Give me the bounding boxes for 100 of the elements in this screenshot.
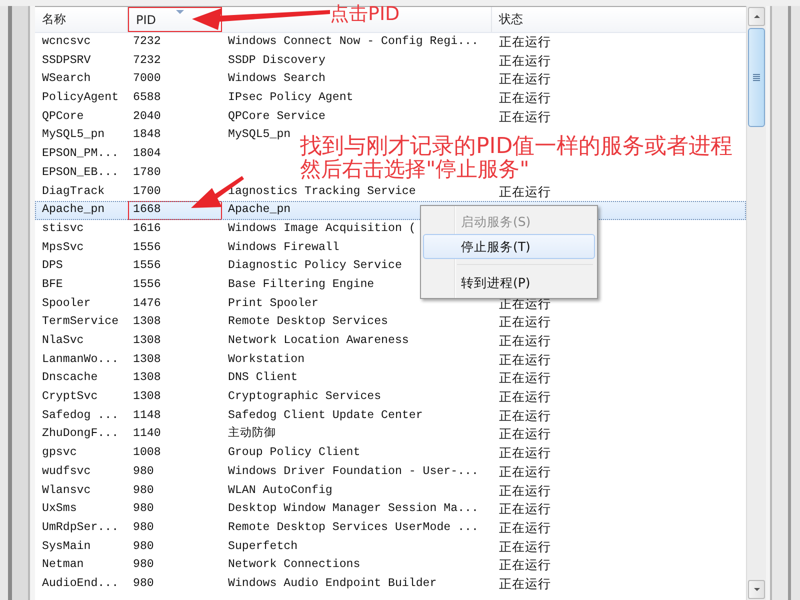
table-cell: 980: [133, 484, 154, 496]
table-cell: Group Policy Client: [228, 446, 360, 460]
table-cell: Netman: [42, 558, 84, 572]
table-cell: 1848: [133, 128, 161, 142]
table-cell: 正在运行: [499, 464, 551, 479]
table-cell: QPCore: [42, 110, 84, 123]
table-cell: 7232: [133, 35, 161, 48]
table-cell: QPCore Service: [228, 110, 326, 123]
table-cell: WSearch: [42, 72, 91, 86]
table-cell: DPS: [42, 259, 63, 272]
table-cell: Print Spooler: [228, 296, 318, 310]
table-cell: TermService: [42, 315, 119, 328]
table-cell: MySQL5_pn: [228, 128, 291, 142]
table-cell: Desktop Window Manager Session Ma...: [228, 502, 478, 516]
table-cell: Diagnostic Policy Service: [228, 259, 402, 272]
table-cell: stisvc: [42, 222, 84, 235]
table-cell: Windows Driver Foundation - User-...: [228, 464, 478, 478]
table-cell: IPsec Policy Agent: [228, 91, 354, 104]
table-cell: Windows Search: [228, 72, 326, 86]
table-cell: UmRdpSer...: [42, 520, 119, 534]
table-cell: 正在运行: [499, 352, 551, 367]
annotation-text: 找到与刚才记录的PID值一样的服务或者进程: [300, 136, 733, 158]
table-cell: Base Filtering Engine: [228, 278, 374, 291]
table-cell: 980: [133, 558, 154, 572]
table-cell: UxSms: [42, 502, 77, 516]
table-cell: Superfetch: [228, 540, 298, 553]
table-cell: 1008: [133, 446, 161, 460]
table-cell: 6588: [133, 91, 161, 104]
table-cell: 正在运行: [499, 108, 551, 124]
table-cell: Network Location Awareness: [228, 334, 409, 347]
table-cell: 1668: [133, 203, 161, 216]
table-cell: 正在运行: [499, 370, 551, 386]
column-header[interactable]: 名称: [35, 7, 128, 32]
scroll-thumb[interactable]: [748, 28, 765, 127]
table-cell: AudioEnd...: [42, 576, 119, 590]
table-cell: DiagTrack: [42, 184, 105, 198]
table-cell: Safedog Client Update Center: [228, 408, 423, 422]
table-cell: 980: [133, 520, 154, 534]
table-cell: MpsSvc: [42, 240, 84, 254]
table-cell: SSDPSRV: [42, 54, 91, 67]
table-cell: 1700: [133, 184, 161, 198]
table-cell: 正在运行: [499, 520, 551, 535]
table-cell: 正在运行: [499, 34, 551, 49]
table-cell: Safedog ...: [42, 408, 119, 422]
table-cell: 正在运行: [499, 576, 551, 591]
table-cell: 正在运行: [499, 408, 551, 423]
table-cell: iagnostics Tracking Service: [228, 184, 416, 198]
table-cell: DNS Client: [228, 371, 298, 384]
table-cell: 2040: [133, 110, 161, 123]
table-cell: Remote Desktop Services: [228, 315, 388, 328]
table-cell: Apache_pn: [228, 203, 291, 216]
table-cell: EPSON_EB...: [42, 166, 119, 179]
table-cell: Windows Audio Endpoint Builder: [228, 576, 437, 590]
table-cell: BFE: [42, 278, 63, 291]
annotation-text: 然后右击选择"停止服务": [300, 159, 530, 180]
table-cell: Windows Connect Now - Config Regi...: [228, 35, 478, 48]
table-cell: 1476: [133, 296, 161, 310]
table-cell: 1556: [133, 259, 161, 272]
sort-arrow-icon: [176, 10, 184, 14]
table-cell: 正在运行: [499, 445, 551, 460]
table-cell: Workstation: [228, 352, 305, 366]
table-cell: 1616: [133, 222, 161, 235]
table-cell: 正在运行: [499, 314, 551, 330]
table-cell: LanmanWo...: [42, 352, 119, 366]
table-cell: NlaSvc: [42, 334, 84, 347]
scroll-down-button[interactable]: [748, 580, 765, 599]
table-cell: Network Connections: [228, 558, 360, 572]
table-cell: Apache_pn: [42, 203, 105, 216]
table-cell: 正在运行: [499, 71, 551, 86]
table-cell: 1308: [133, 315, 161, 328]
table-cell: 980: [133, 576, 154, 590]
table-cell: 1140: [133, 427, 161, 440]
scrollbar[interactable]: [746, 6, 766, 600]
table-cell: 主动防御: [228, 427, 276, 440]
table-cell: ZhuDongF...: [42, 427, 119, 440]
scroll-up-button[interactable]: [748, 7, 765, 26]
table-cell: WLAN AutoConfig: [228, 484, 332, 496]
table-cell: 正在运行: [499, 426, 551, 442]
table-cell: 980: [133, 540, 154, 553]
table-cell: Cryptographic Services: [228, 390, 382, 404]
table-cell: EPSON_PM...: [42, 147, 119, 160]
table-cell: 980: [133, 464, 154, 478]
table-cell: 正在运行: [499, 482, 551, 498]
table-cell: 980: [133, 502, 154, 516]
table-cell: Windows Image Acquisition (: [228, 222, 416, 235]
table-cell: 7000: [133, 72, 161, 86]
menu-item[interactable]: 转到进程(P): [423, 270, 595, 295]
table-cell: 7232: [133, 54, 161, 67]
table-cell: 1148: [133, 408, 161, 422]
table-cell: SysMain: [42, 540, 91, 553]
table-cell: wcncsvc: [42, 35, 91, 48]
menu-item[interactable]: 停止服务(T): [423, 234, 595, 259]
table-cell: PolicyAgent: [42, 91, 119, 104]
column-header[interactable]: 状态: [492, 7, 746, 32]
table-cell: CryptSvc: [42, 390, 98, 404]
table-cell: 1556: [133, 278, 161, 291]
table-cell: 1308: [133, 371, 161, 384]
table-cell: 1308: [133, 352, 161, 366]
table-cell: 1804: [133, 147, 161, 160]
table-cell: 正在运行: [499, 389, 551, 404]
